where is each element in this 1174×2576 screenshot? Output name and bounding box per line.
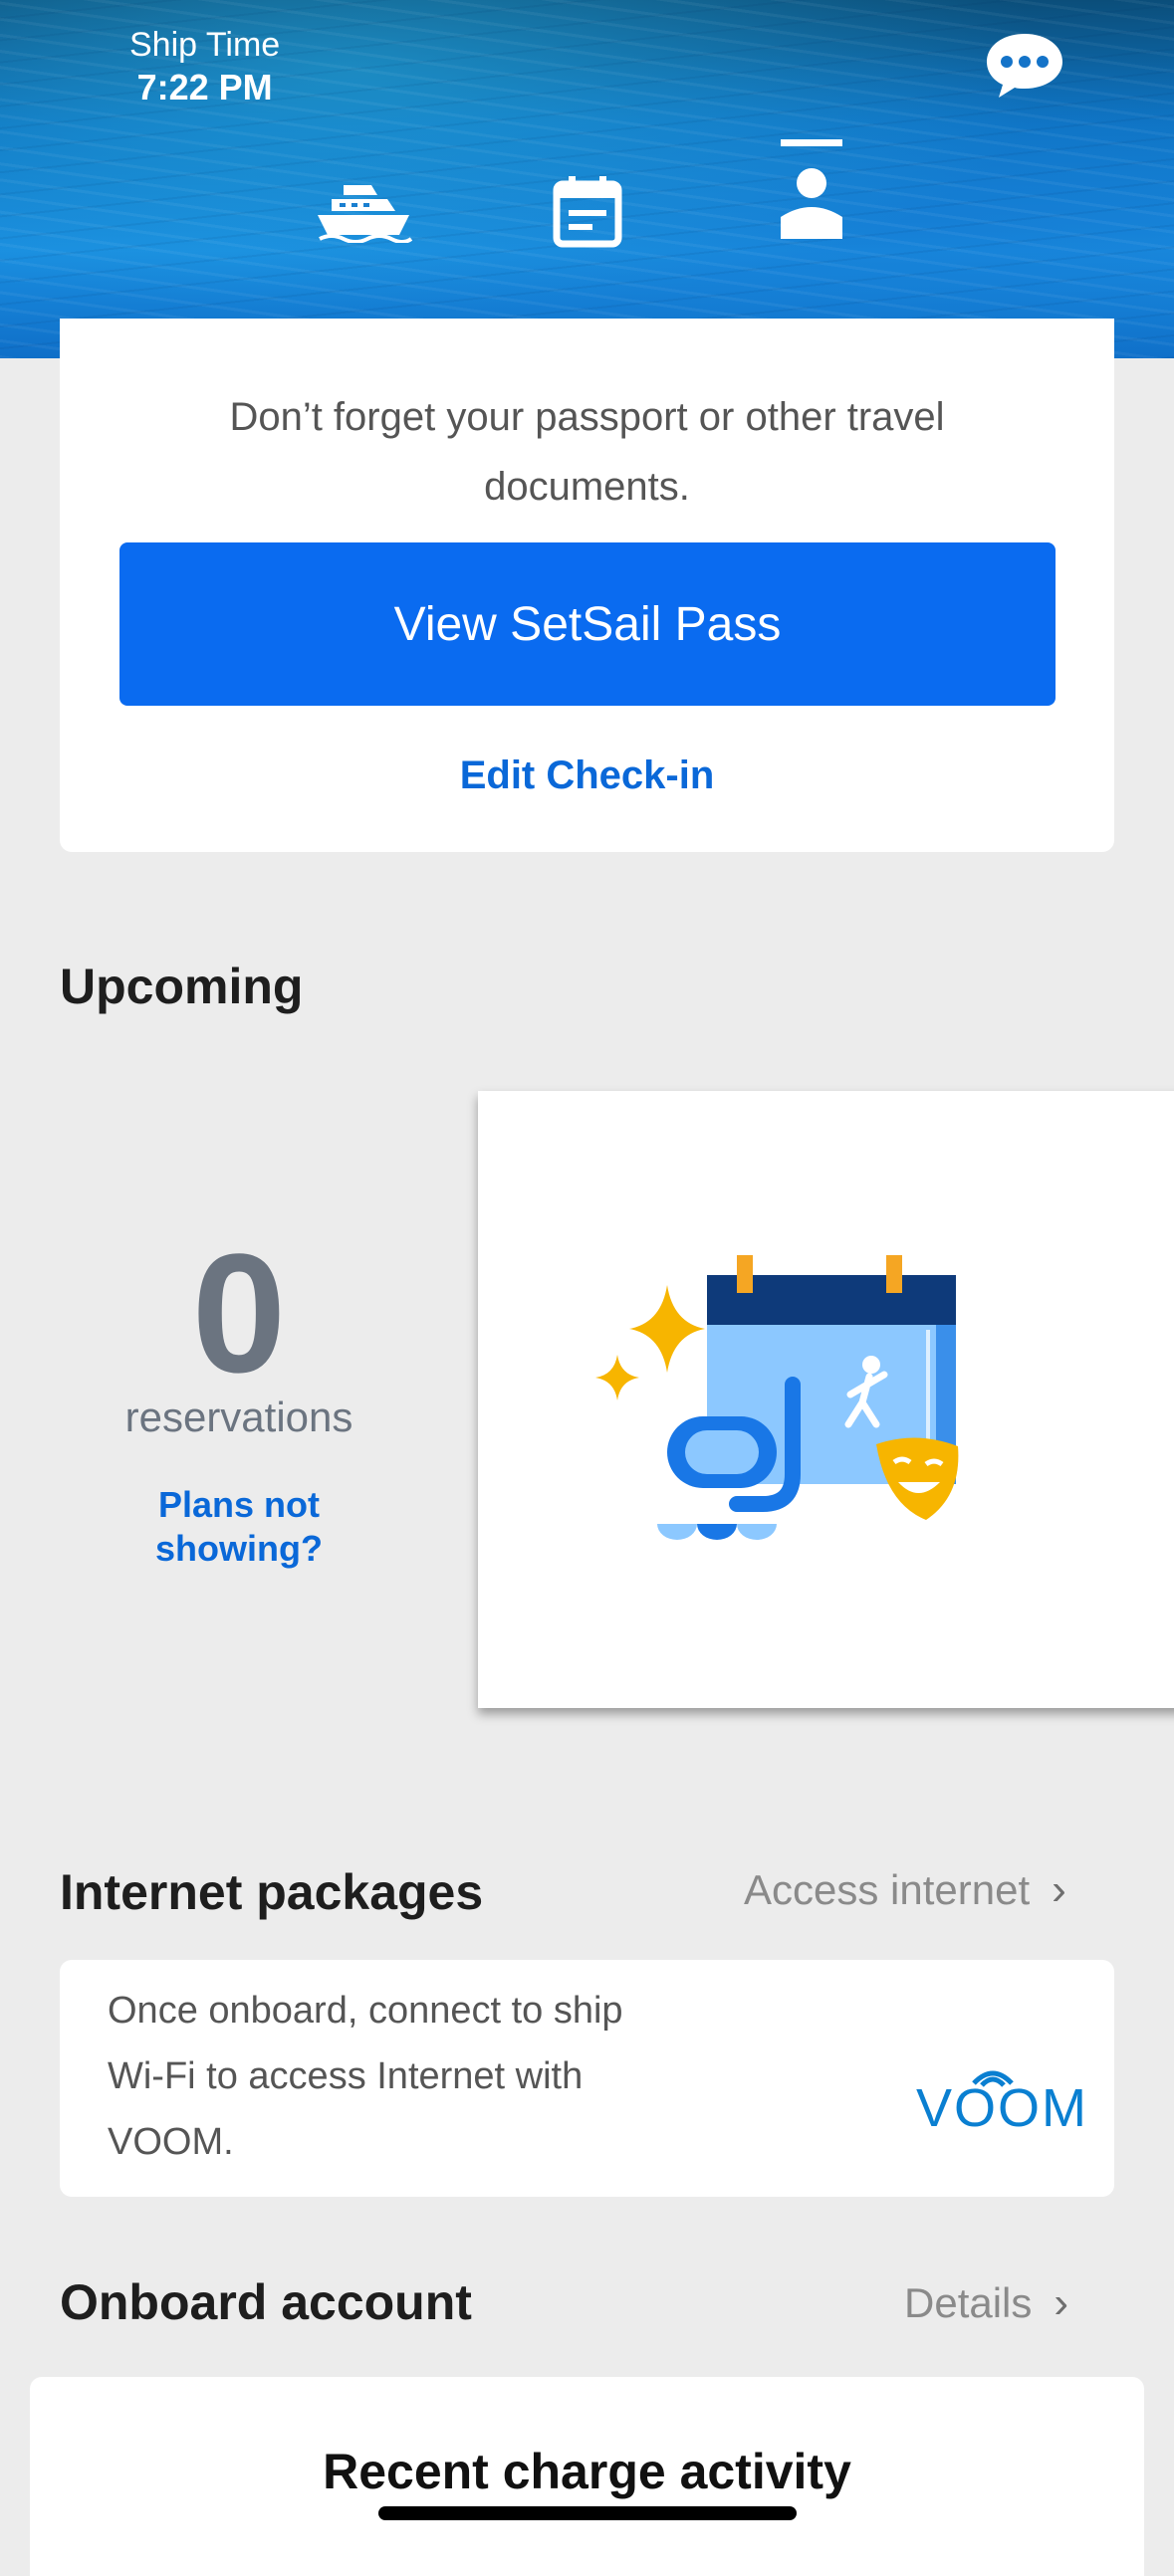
chevron-right-icon: › bbox=[1052, 1865, 1066, 1914]
internet-packages-title: Internet packages bbox=[60, 1864, 484, 1920]
calendar-icon[interactable] bbox=[553, 174, 622, 248]
chat-bubble-icon[interactable] bbox=[981, 30, 1068, 102]
ship-time-label: Ship Time bbox=[129, 26, 281, 64]
voom-logo-text: VOOM bbox=[916, 2078, 1089, 2138]
recent-charge-title: Recent charge activity bbox=[323, 2444, 851, 2499]
plans-link-line2: showing? bbox=[155, 1528, 323, 1569]
ship-time-value: 7:22 PM bbox=[136, 67, 273, 107]
ship-icon[interactable] bbox=[314, 179, 413, 243]
reservations-count: 0 bbox=[191, 1219, 287, 1408]
view-setsail-pass-button[interactable]: View SetSail Pass bbox=[119, 542, 1056, 706]
edit-checkin-link[interactable]: Edit Check-in bbox=[60, 753, 1114, 798]
upcoming-illustration-card[interactable] bbox=[478, 1091, 1174, 1708]
plans-not-showing-link[interactable]: Plans not showing? bbox=[60, 1483, 418, 1571]
access-internet-link[interactable]: Access internet › bbox=[744, 1865, 1066, 1915]
internet-description: Once onboard, connect to ship Wi-Fi to a… bbox=[108, 1978, 745, 2175]
internet-desc-line2: Wi-Fi to access Internet with bbox=[108, 2055, 584, 2097]
reservations-label: reservations bbox=[124, 1394, 353, 1440]
details-label: Details bbox=[904, 2279, 1033, 2326]
header-banner: Ship Time 7:22 PM bbox=[0, 0, 1174, 358]
ship-time: Ship Time 7:22 PM bbox=[129, 26, 280, 108]
checkin-card: Don’t forget your passport or other trav… bbox=[60, 319, 1114, 852]
details-link[interactable]: Details › bbox=[904, 2278, 1068, 2328]
internet-desc-line3: VOOM. bbox=[108, 2121, 234, 2163]
chevron-right-icon: › bbox=[1054, 2278, 1069, 2327]
internet-desc-line1: Once onboard, connect to ship bbox=[108, 1990, 623, 2032]
onboard-account-title: Onboard account bbox=[60, 2274, 472, 2330]
internet-card[interactable]: Once onboard, connect to ship Wi-Fi to a… bbox=[60, 1960, 1114, 2197]
activities-illustration-icon bbox=[595, 1255, 959, 1540]
reminder-text: Don’t forget your passport or other trav… bbox=[229, 395, 945, 509]
upcoming-title: Upcoming bbox=[60, 959, 304, 1014]
plans-link-line1: Plans not bbox=[157, 1484, 321, 1525]
access-internet-label: Access internet bbox=[744, 1866, 1031, 1913]
home-indicator[interactable] bbox=[378, 2506, 797, 2520]
passport-reminder: Don’t forget your passport or other trav… bbox=[60, 382, 1114, 522]
recent-charge-card[interactable]: Recent charge activity bbox=[30, 2377, 1144, 2576]
person-icon[interactable] bbox=[777, 139, 846, 244]
wifi-arc-icon bbox=[972, 2070, 1014, 2087]
